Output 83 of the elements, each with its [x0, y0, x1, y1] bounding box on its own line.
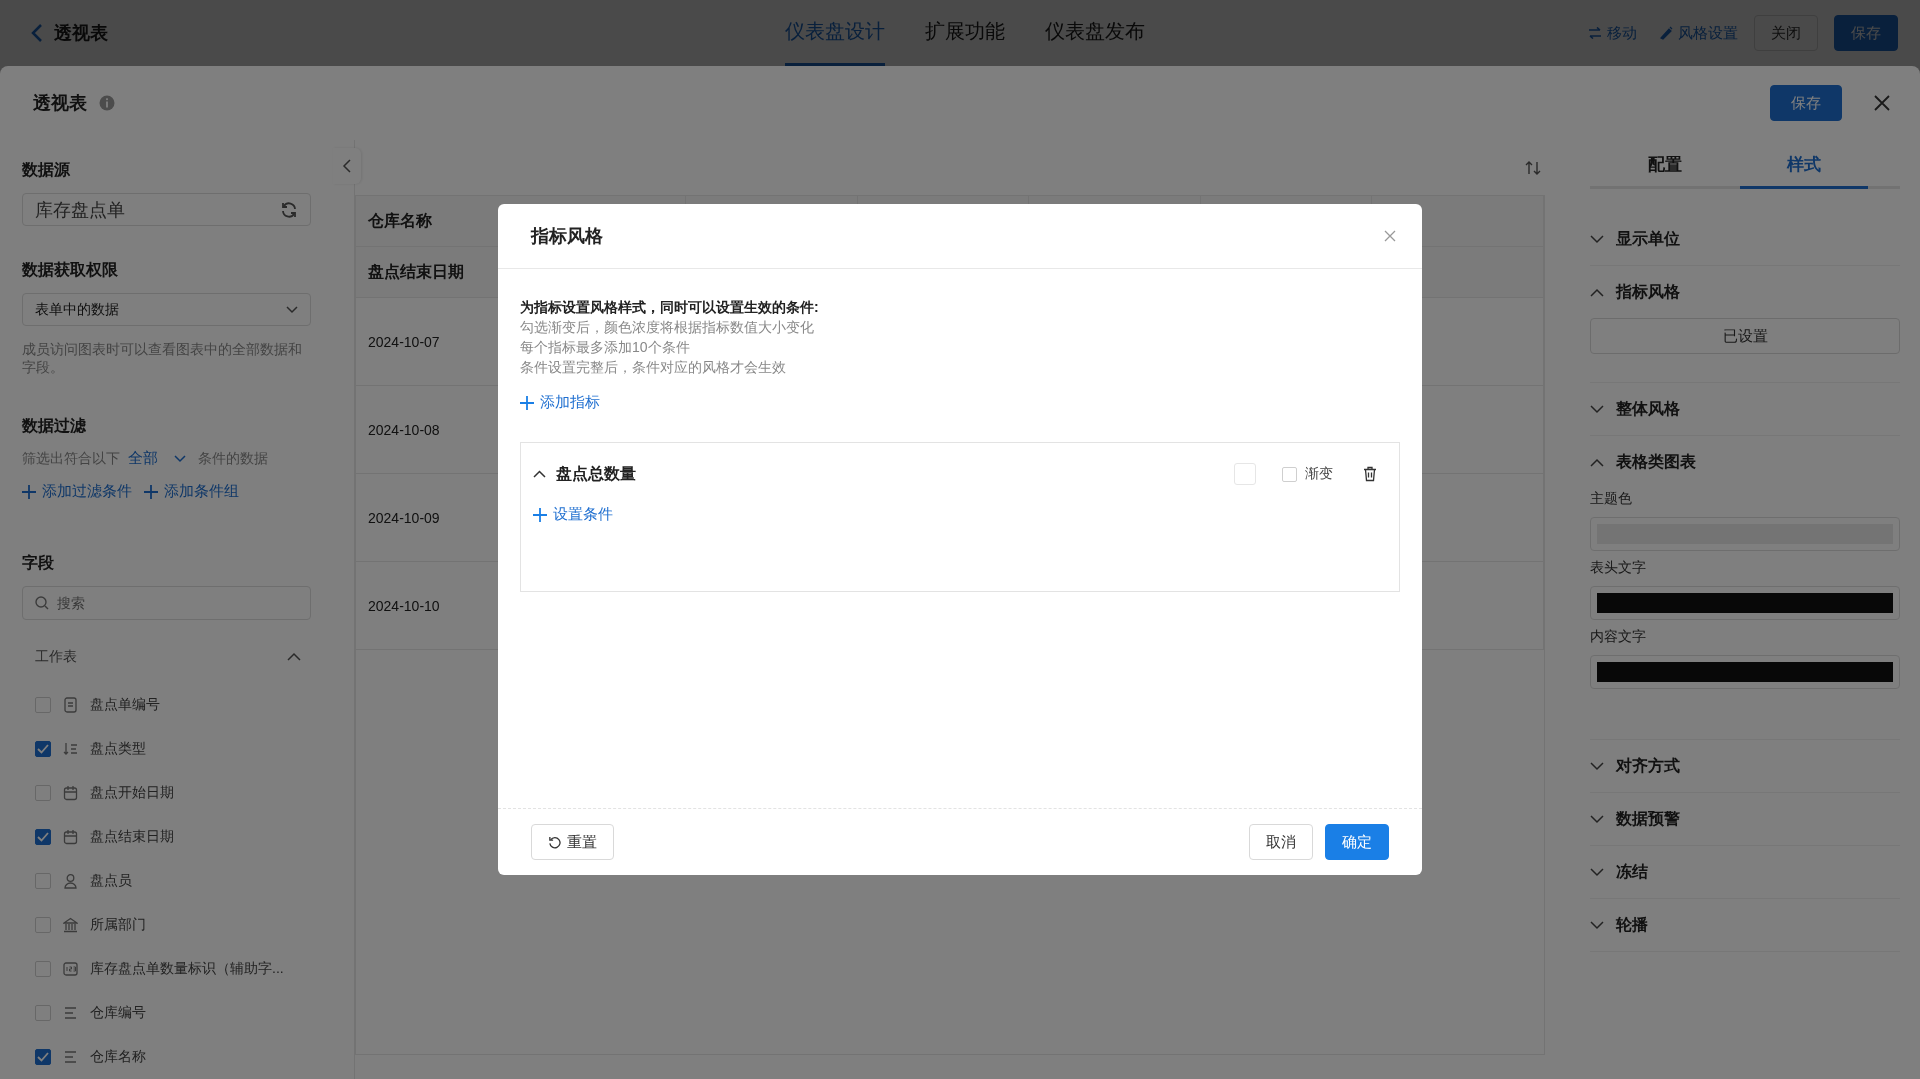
group-label: 工作表: [35, 647, 77, 666]
number-icon: [63, 961, 78, 977]
match-dropdown[interactable]: 全部: [128, 449, 186, 469]
field-label: 表头文字: [1590, 559, 1647, 577]
chevron-icon[interactable]: [533, 470, 546, 478]
text-lines-icon: [63, 1005, 78, 1021]
filter-text: 条件的数据: [198, 449, 268, 468]
search-icon: [35, 596, 49, 611]
checkbox[interactable]: [35, 829, 51, 845]
plus-icon: [533, 507, 547, 522]
chevron-left-icon[interactable]: [342, 159, 352, 173]
sort-list-icon: [63, 741, 78, 757]
add-group-link[interactable]: 添加条件组: [144, 482, 239, 502]
plus-icon: [520, 395, 534, 410]
text-lines-icon: [63, 1049, 78, 1065]
data-source-field[interactable]: 库存盘点单: [22, 193, 311, 226]
add-filter-link[interactable]: 添加过滤条件: [22, 482, 132, 502]
section-title: 字段: [22, 553, 55, 574]
chevron-down-icon: [286, 305, 298, 314]
reset-button[interactable]: 重置: [531, 824, 614, 860]
person-icon: [63, 873, 78, 889]
close-button[interactable]: 关闭: [1754, 15, 1818, 51]
swap-icon: [1588, 27, 1602, 39]
sort-icon[interactable]: [1525, 159, 1541, 176]
permission-dropdown[interactable]: 表单中的数据: [22, 293, 311, 327]
field-label: 主题色: [1590, 490, 1633, 508]
color-swatch[interactable]: [1234, 463, 1256, 485]
field-label[interactable]: 盘点员: [90, 872, 132, 890]
section-title: 数据源: [22, 160, 71, 180]
field-label[interactable]: 仓库名称: [90, 1048, 146, 1066]
collapse-button[interactable]: [333, 148, 361, 184]
calendar-icon: [63, 785, 78, 801]
plus-icon: [144, 484, 158, 499]
field-label: 内容文字: [1590, 628, 1647, 646]
refresh-icon[interactable]: [280, 200, 298, 219]
close-icon[interactable]: [1874, 95, 1890, 111]
add-metric-link[interactable]: 添加指标: [520, 393, 600, 412]
document-icon: [63, 697, 78, 713]
plus-icon: [22, 484, 36, 499]
info-icon: [99, 95, 115, 111]
section-title[interactable]: 冻结: [1616, 861, 1648, 883]
section-title[interactable]: 数据预警: [1616, 808, 1680, 830]
nav-tab[interactable]: 仪表盘发布: [1045, 0, 1145, 66]
color-picker[interactable]: [1590, 655, 1900, 689]
calendar-icon: [63, 829, 78, 845]
trash-icon[interactable]: [1363, 466, 1377, 482]
color-picker[interactable]: [1590, 586, 1900, 620]
panel-tab[interactable]: 配置: [1590, 148, 1740, 189]
nav-tab[interactable]: 扩展功能: [925, 0, 1005, 66]
field-label[interactable]: 盘点开始日期: [90, 784, 174, 802]
close-icon[interactable]: [1384, 230, 1396, 242]
panel-tab[interactable]: 样式: [1740, 148, 1868, 189]
panel-title: 透视表: [33, 92, 87, 115]
section-title: 数据过滤: [22, 416, 87, 437]
confirm-button[interactable]: 确定: [1325, 824, 1389, 860]
reset-icon: [548, 835, 561, 849]
brush-icon: [1659, 26, 1673, 40]
search-field[interactable]: 搜索: [22, 586, 311, 621]
checkbox[interactable]: [35, 741, 51, 757]
dialog-title: 指标风格: [531, 225, 603, 248]
field-label[interactable]: 库存盘点单数量标识（辅助字...: [90, 960, 284, 978]
configured-button[interactable]: 已设置: [1590, 318, 1900, 354]
section-title[interactable]: 指标风格: [1616, 281, 1680, 303]
field-label[interactable]: 所属部门: [90, 916, 146, 934]
section-title[interactable]: 整体风格: [1616, 398, 1680, 420]
section-title[interactable]: 轮播: [1616, 914, 1648, 936]
building-icon: [63, 917, 78, 933]
add-condition-link[interactable]: 设置条件: [533, 505, 613, 524]
section-title[interactable]: 显示单位: [1616, 228, 1680, 250]
hint-text: 成员访问图表时可以查看图表中的全部数据和字段。: [22, 340, 303, 377]
section-title[interactable]: 对齐方式: [1616, 755, 1680, 777]
checkbox[interactable]: [35, 1049, 51, 1065]
page-title: 透视表: [54, 22, 108, 45]
section-title: 数据获取权限: [22, 260, 119, 280]
field-label[interactable]: 盘点类型: [90, 740, 146, 758]
checkbox-label: 渐变: [1305, 465, 1333, 483]
section-title[interactable]: 表格类图表: [1616, 451, 1696, 473]
cancel-button[interactable]: 取消: [1249, 824, 1313, 860]
field-label[interactable]: 盘点单编号: [90, 696, 160, 714]
chevron-down-icon: [174, 454, 186, 463]
field-label[interactable]: 盘点结束日期: [90, 828, 174, 846]
field-label[interactable]: 仓库编号: [90, 1004, 146, 1022]
save-button[interactable]: 保存: [1770, 85, 1842, 121]
